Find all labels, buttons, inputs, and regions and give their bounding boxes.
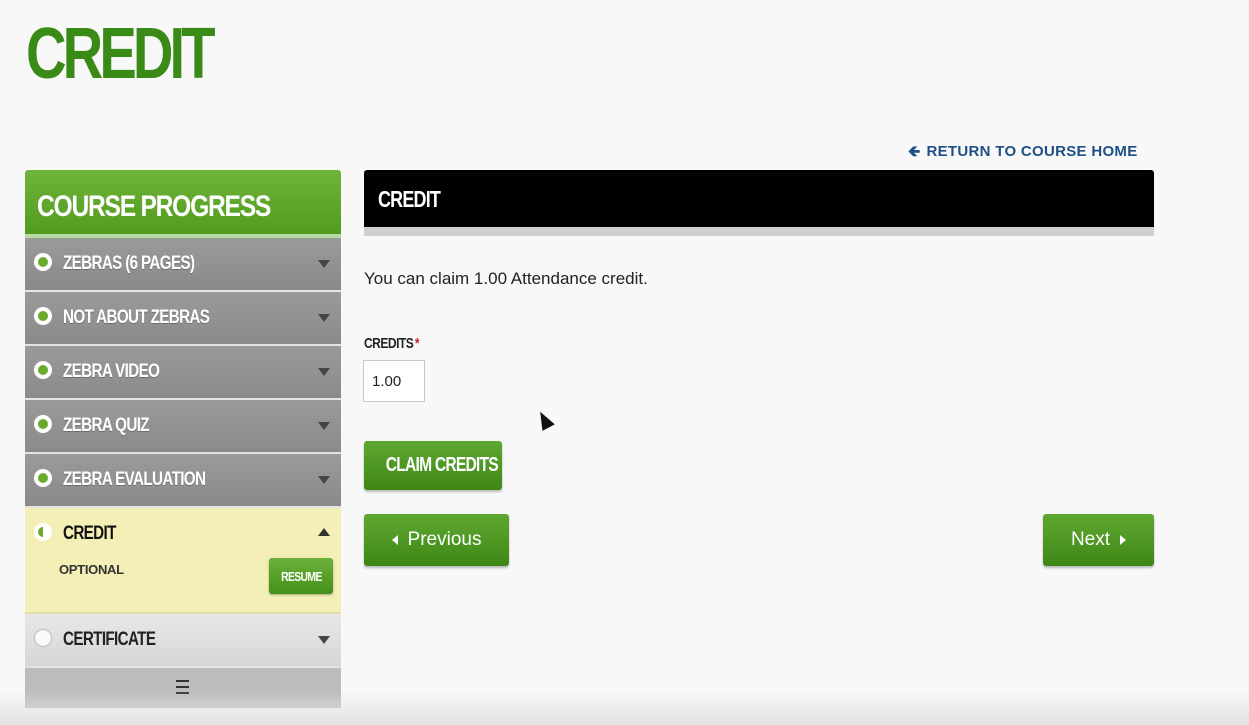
chevron-up-icon[interactable] <box>318 528 330 536</box>
sidebar-item-label: NOT ABOUT ZEBRAS <box>63 307 210 328</box>
previous-button[interactable]: Previous <box>364 514 509 566</box>
bottom-shadow <box>0 690 1249 725</box>
complete-status-icon <box>34 469 52 487</box>
next-button[interactable]: Next <box>1043 514 1154 566</box>
sidebar-item-label: ZEBRA EVALUATION <box>63 469 206 490</box>
resume-button-label: RESUME <box>280 568 322 584</box>
credits-label-text: CREDITS <box>364 335 414 352</box>
credits-input[interactable] <box>363 360 425 402</box>
complete-status-icon <box>34 361 52 379</box>
arrow-left-icon: 🡸 <box>908 143 921 160</box>
return-to-course-home-link[interactable]: 🡸 RETURN TO COURSE HOME <box>908 141 1138 166</box>
chevron-down-icon[interactable] <box>318 636 330 644</box>
chevron-down-icon[interactable] <box>318 314 330 322</box>
mouse-cursor-icon <box>534 408 555 431</box>
claim-credits-button[interactable]: CLAIM CREDITS <box>364 441 502 490</box>
sidebar-item-label: ZEBRA QUIZ <box>63 415 150 436</box>
sidebar-item-label: ZEBRA VIDEO <box>63 361 160 382</box>
previous-button-label: Previous <box>407 529 482 550</box>
section-header: CREDIT <box>364 170 1154 227</box>
resume-button[interactable]: RESUME <box>269 558 333 594</box>
complete-status-icon <box>34 253 52 271</box>
in-progress-status-icon <box>34 523 52 541</box>
required-indicator: * <box>414 335 420 352</box>
chevron-down-icon[interactable] <box>318 368 330 376</box>
credit-intro-text: You can claim 1.00 Attendance credit. <box>364 269 648 288</box>
not-started-status-icon <box>34 629 52 647</box>
sidebar-item-zebra-video[interactable]: ZEBRA VIDEO <box>25 346 341 400</box>
section-header-underbar <box>364 227 1154 236</box>
chevron-down-icon[interactable] <box>318 260 330 268</box>
sidebar-item-label: ZEBRAS (6 PAGES) <box>63 253 195 274</box>
sidebar-item-label: CREDIT <box>63 523 116 544</box>
sidebar-item-zebras[interactable]: ZEBRAS (6 PAGES) <box>25 238 341 292</box>
caret-left-icon <box>391 534 398 545</box>
credits-field-label: CREDITS * <box>364 335 420 352</box>
sidebar-item-not-about-zebras[interactable]: NOT ABOUT ZEBRAS <box>25 292 341 346</box>
claim-credits-label: CLAIM CREDITS <box>385 454 499 476</box>
sidebar-item-credit[interactable]: CREDIT OPTIONAL RESUME <box>25 508 341 614</box>
chevron-down-icon[interactable] <box>318 476 330 484</box>
complete-status-icon <box>34 415 52 433</box>
course-progress-sidebar: COURSE PROGRESS ZEBRAS (6 PAGES) NOT ABO… <box>25 170 341 722</box>
caret-right-icon <box>1120 534 1127 545</box>
sidebar-item-zebra-evaluation[interactable]: ZEBRA EVALUATION <box>25 454 341 508</box>
sidebar-item-certificate[interactable]: CERTIFICATE <box>25 614 341 668</box>
return-link-label: RETURN TO COURSE HOME <box>926 143 1138 160</box>
next-button-label: Next <box>1070 529 1111 550</box>
chevron-down-icon[interactable] <box>318 422 330 430</box>
optional-label: OPTIONAL <box>59 562 124 577</box>
page-title: CREDIT <box>26 14 216 94</box>
section-title: CREDIT <box>378 186 441 212</box>
sidebar-title: COURSE PROGRESS <box>37 190 271 223</box>
complete-status-icon <box>34 307 52 325</box>
sidebar-header: COURSE PROGRESS <box>25 170 341 238</box>
sidebar-item-label: CERTIFICATE <box>63 629 156 650</box>
sidebar-item-zebra-quiz[interactable]: ZEBRA QUIZ <box>25 400 341 454</box>
